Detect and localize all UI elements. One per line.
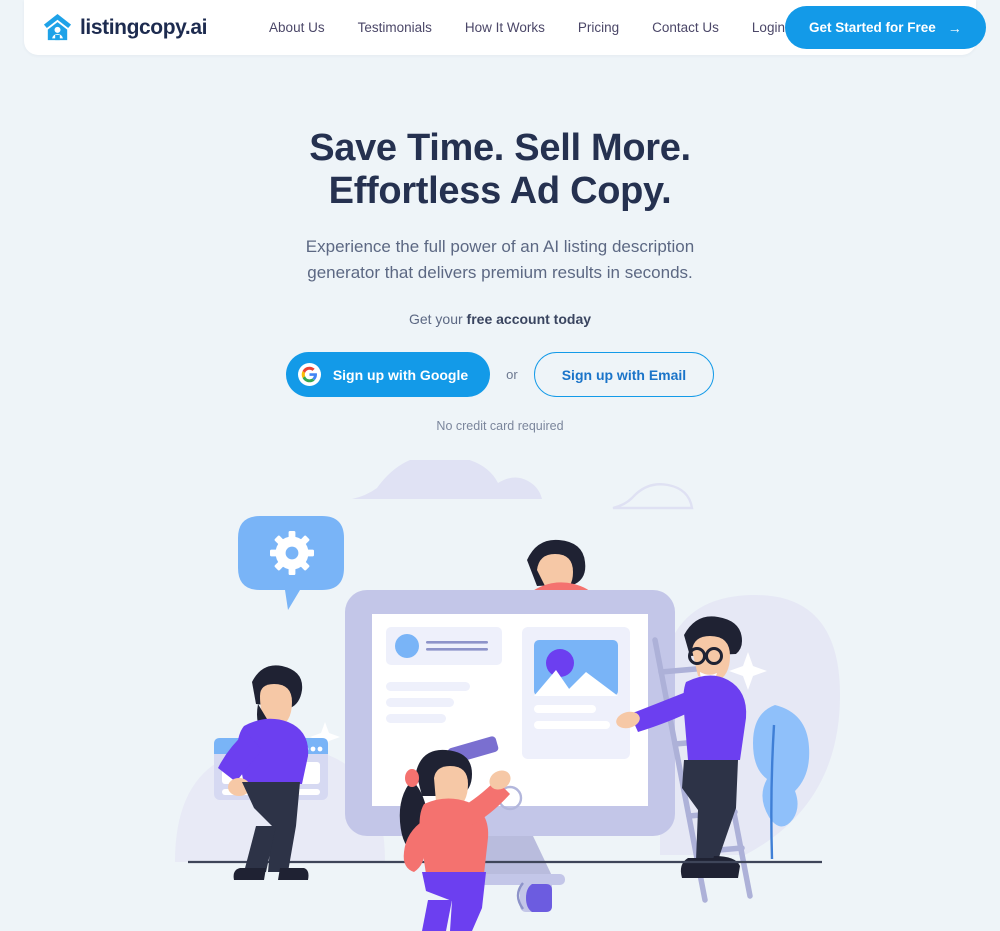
- brand-logo[interactable]: listingcopy.ai: [42, 12, 207, 43]
- monitor-profile-card: [386, 627, 502, 665]
- signup-buttons-row: Sign up with Google or Sign up with Emai…: [0, 352, 1000, 398]
- cloud-large: [352, 460, 542, 499]
- cloud-small: [612, 483, 694, 510]
- signup-email-button[interactable]: Sign up with Email: [533, 352, 715, 398]
- get-account-emphasis: free account today: [466, 311, 592, 328]
- main-navigation: About Us Testimonials How It Works Prici…: [269, 20, 785, 35]
- nav-about-us[interactable]: About Us: [269, 20, 325, 35]
- landing-page: listingcopy.ai About Us Testimonials How…: [0, 0, 1000, 931]
- or-separator: or: [506, 367, 518, 383]
- gear-icon: [270, 531, 314, 575]
- hair-tie: [405, 769, 419, 787]
- subhead-line-1: Experience the full power of an AI listi…: [305, 236, 695, 256]
- no-credit-card-note: No credit card required: [436, 419, 564, 434]
- page-title: Save Time. Sell More. Effortless Ad Copy…: [0, 127, 1000, 214]
- desktop-monitor: [345, 590, 675, 885]
- subhead-line-2: generator that delivers premium results …: [307, 262, 693, 282]
- hero-illustration: [0, 460, 1000, 931]
- get-account-text: Get your free account today: [0, 311, 1000, 327]
- nav-login[interactable]: Login: [752, 20, 785, 35]
- paint-bucket: [516, 879, 552, 912]
- house-logo-icon: [42, 12, 73, 43]
- nav-pricing[interactable]: Pricing: [578, 20, 619, 35]
- nav-contact-us[interactable]: Contact Us: [652, 20, 719, 35]
- get-account-prefix: Get your: [408, 311, 467, 328]
- gear-speech-bubble: [238, 516, 344, 610]
- signup-google-label: Sign up with Google: [332, 366, 469, 383]
- headline-line-1: Save Time. Sell More.: [309, 127, 691, 169]
- brand-name: listingcopy.ai: [80, 15, 208, 39]
- hero-section: Save Time. Sell More. Effortless Ad Copy…: [0, 55, 1000, 433]
- site-header: listingcopy.ai About Us Testimonials How…: [24, 0, 986, 55]
- google-icon: [297, 363, 321, 387]
- headline-line-2: Effortless Ad Copy.: [328, 170, 672, 213]
- get-started-button[interactable]: Get Started for Free →: [784, 6, 986, 49]
- signup-email-label: Sign up with Email: [561, 366, 687, 383]
- arrow-right-icon: →: [947, 19, 962, 36]
- signup-google-button[interactable]: Sign up with Google: [285, 352, 491, 398]
- avatar: [395, 634, 419, 658]
- nav-how-it-works[interactable]: How It Works: [465, 20, 545, 35]
- monitor-image-card: [522, 627, 630, 759]
- nav-testimonials[interactable]: Testimonials: [358, 20, 432, 35]
- hero-subheadline: Experience the full power of an AI listi…: [0, 234, 1000, 287]
- get-started-label: Get Started for Free: [808, 20, 936, 35]
